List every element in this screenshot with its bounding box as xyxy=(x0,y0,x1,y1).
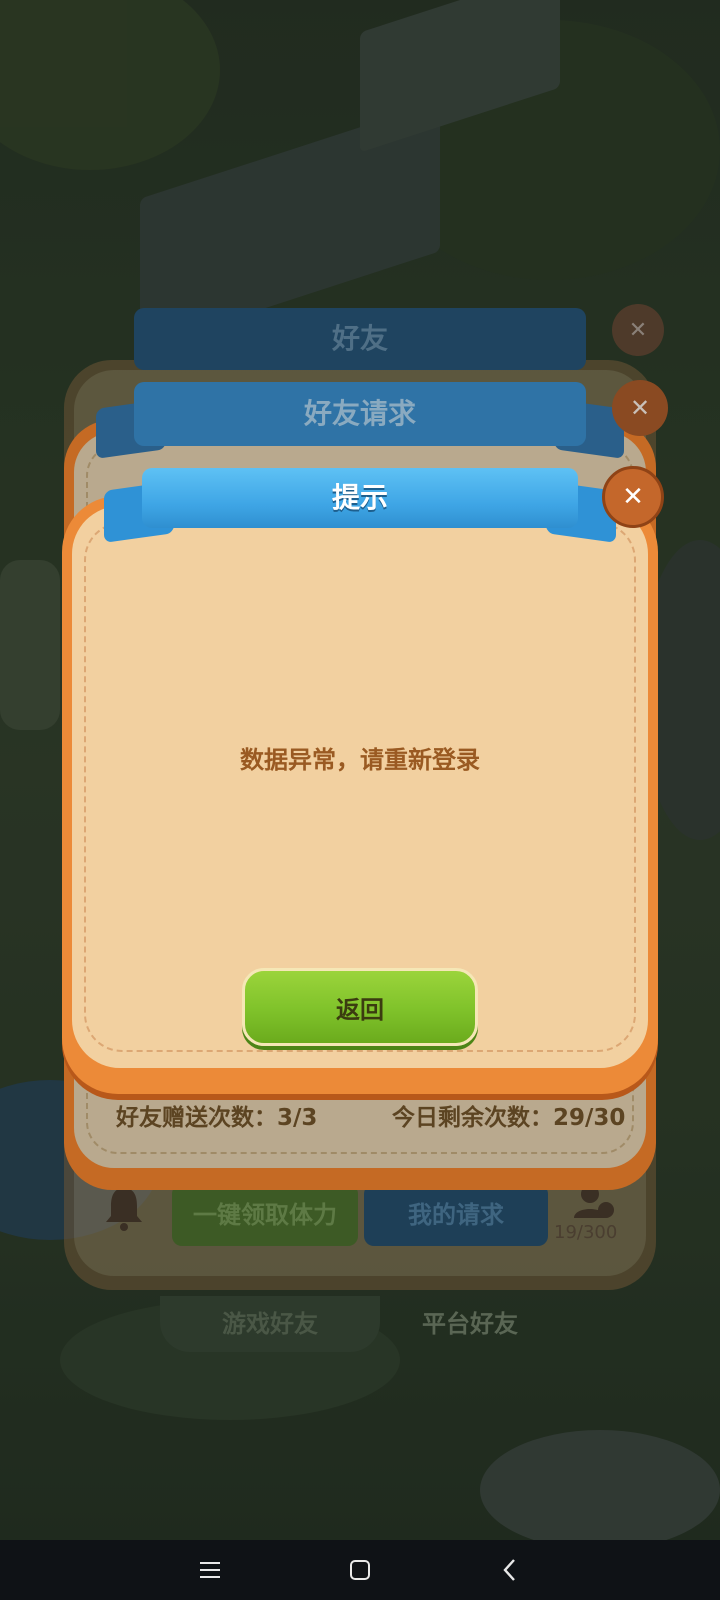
friends-title-ribbon: 好友 xyxy=(134,308,586,370)
close-icon: ✕ xyxy=(628,317,648,343)
system-nav-bar xyxy=(0,1540,720,1600)
return-button[interactable]: 返回 xyxy=(242,968,478,1046)
close-icon: ✕ xyxy=(622,482,644,512)
tip-title-ribbon: 提示 xyxy=(142,468,578,528)
friends-title: 好友 xyxy=(331,322,388,355)
requests-close-button[interactable]: ✕ xyxy=(612,380,668,436)
tip-close-button[interactable]: ✕ xyxy=(602,466,664,528)
return-button-label: 返回 xyxy=(336,995,384,1024)
requests-title: 好友请求 xyxy=(303,397,416,430)
friends-close-button[interactable]: ✕ xyxy=(612,304,664,356)
back-icon[interactable] xyxy=(480,1550,540,1590)
gift-count-label: 好友赠送次数：3/3 xyxy=(116,1105,318,1131)
menu-icon[interactable] xyxy=(180,1550,240,1590)
tab-platform-friends[interactable]: 平台好友 xyxy=(380,1296,560,1352)
bell-icon[interactable] xyxy=(96,1184,152,1240)
home-icon[interactable] xyxy=(330,1550,390,1590)
tab-game-friends[interactable]: 游戏好友 xyxy=(160,1296,380,1352)
claim-all-stamina-button[interactable]: 一键领取体力 xyxy=(172,1184,358,1246)
tip-message: 数据异常，请重新登录 xyxy=(240,746,480,774)
close-icon: ✕ xyxy=(629,394,651,422)
remaining-count-label: 今日剩余次数：29/30 xyxy=(392,1105,626,1131)
requests-title-ribbon: 好友请求 xyxy=(134,382,586,446)
friend-count: 19/300 xyxy=(554,1222,618,1243)
my-requests-button[interactable]: 我的请求 xyxy=(364,1184,548,1246)
tip-title: 提示 xyxy=(331,481,388,514)
